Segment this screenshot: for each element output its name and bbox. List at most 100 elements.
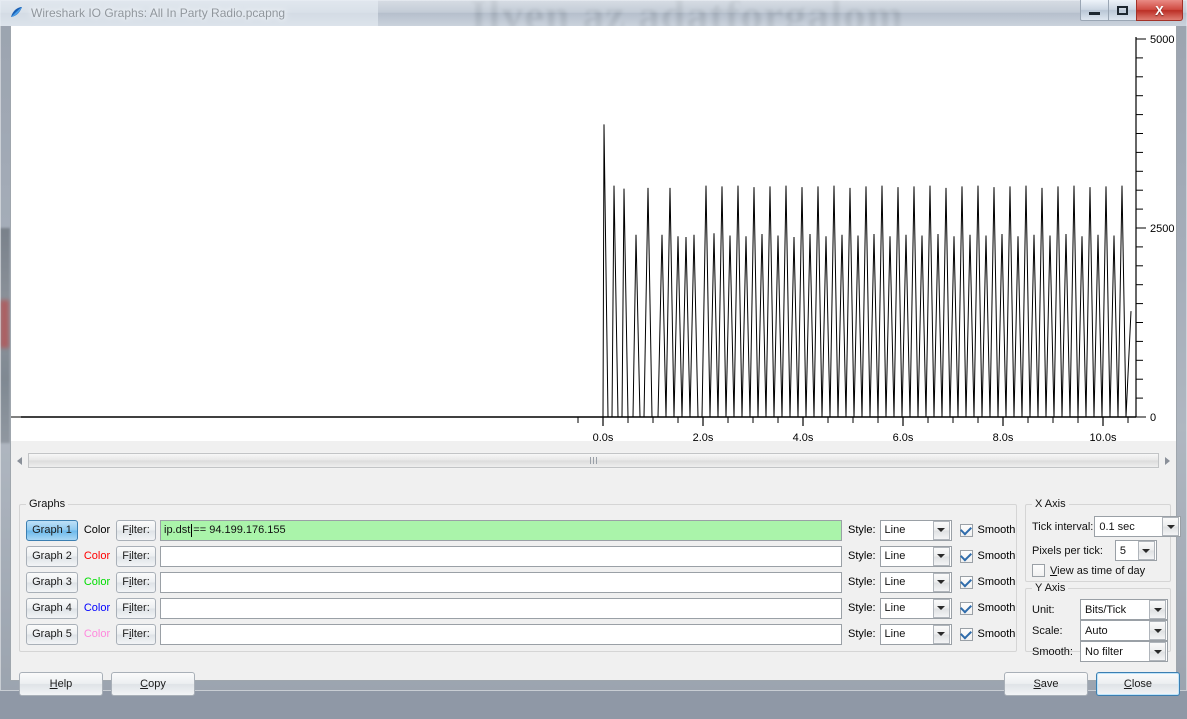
save-button[interactable]: Save [1004,672,1088,696]
pixels-per-tick-row: Pixels per tick: 5 [1032,540,1157,561]
graph-3-smooth-checkbox[interactable] [960,576,973,589]
y-axis-tick-labels: 025005000 [1150,34,1174,424]
graph-1-style-dropdown-button[interactable] [933,521,950,540]
close-button[interactable]: Close [1096,672,1180,696]
graph-4-style-dropdown-button[interactable] [933,599,950,618]
scale-combo[interactable]: Auto [1080,620,1168,641]
graph-1-button[interactable]: Graph 1 [26,520,78,541]
graph-3-button[interactable]: Graph 3 [26,572,78,593]
view-time-of-day-checkbox[interactable] [1032,564,1045,577]
minimize-button[interactable] [1080,0,1109,21]
graph-5-style-dropdown-button[interactable] [933,625,950,644]
minimize-icon [1089,12,1100,15]
graph-row-3: Graph 3ColorFilter:Style:LineSmooth [26,571,1015,593]
graph-row-1: Graph 1ColorFilter:ip.dst == 94.199.176.… [26,519,1015,541]
scrollbar-thumb[interactable] [28,453,1159,468]
view-time-of-day-row[interactable]: View as time of day [1032,564,1145,577]
tick-interval-combo[interactable]: 0.1 sec [1094,516,1181,537]
graph-2-filter-button[interactable]: Filter: [116,546,156,567]
graph-4-smooth-checkbox[interactable] [960,602,973,615]
graph-1-style-combo[interactable]: Line [880,520,952,541]
graph-4-button[interactable]: Graph 4 [26,598,78,619]
y-tick-label: 2500 [1150,223,1174,235]
scroll-left-button[interactable] [11,452,28,469]
graph-5-style-combo[interactable]: Line [880,624,952,645]
x-tick-label: 4.0s [793,432,814,441]
wireshark-io-graphs-window: Wireshark IO Graphs: All In Party Radio.… [0,0,1187,691]
y-smooth-dropdown-button[interactable] [1149,642,1166,661]
filter-text-before-caret: ip.dst [164,524,190,536]
graph-5-filter-input[interactable] [160,624,842,645]
pixels-per-tick-combo[interactable]: 5 [1115,540,1157,561]
wireshark-fin-icon [9,5,25,21]
y-smooth-label: Smooth: [1032,646,1080,658]
y-smooth-value: No filter [1081,646,1149,658]
graph-3-style-combo[interactable]: Line [880,572,952,593]
graph-2-button[interactable]: Graph 2 [26,546,78,567]
graph-5-style-label: Style: [848,628,876,640]
graph-4-style-combo[interactable]: Line [880,598,952,619]
graph-2-filter-input[interactable] [160,546,842,567]
graph-2-style-combo[interactable]: Line [880,546,952,567]
graph-row-4: Graph 4ColorFilter:Style:LineSmooth [26,597,1015,619]
help-button[interactable]: Help [19,672,103,696]
unit-row: Unit: Bits/Tick [1032,599,1168,620]
graph-1-smooth-label: Smooth [978,524,1016,536]
x-axis [21,417,1136,426]
graph-5-filter-button[interactable]: Filter: [116,624,156,645]
graph-1-smooth-checkbox[interactable] [960,524,973,537]
title-bar[interactable]: Wireshark IO Graphs: All In Party Radio.… [0,0,1187,26]
graph-2-style-value: Line [881,550,933,562]
x-axis-group-title: X Axis [1032,498,1069,510]
graph-1-style-label: Style: [848,524,876,536]
scale-dropdown-button[interactable] [1149,621,1166,640]
tick-interval-dropdown-button[interactable] [1162,517,1179,536]
chevron-down-icon [937,580,945,584]
maximize-button[interactable] [1108,0,1137,21]
filter-text-after-caret: == 94.199.176.155 [193,524,285,536]
pixels-per-tick-label: Pixels per tick: [1032,545,1103,557]
unit-combo[interactable]: Bits/Tick [1080,599,1168,620]
graph-2-style-dropdown-button[interactable] [933,547,950,566]
graph-3-style-dropdown-button[interactable] [933,573,950,592]
y-tick-label: 0 [1150,412,1156,424]
copy-button[interactable]: Copy [111,672,195,696]
scale-label: Scale: [1032,625,1080,637]
scrollbar-track[interactable] [28,452,1159,469]
graph-5-smooth-label: Smooth [978,628,1016,640]
right-arrow-icon [1165,457,1170,465]
graph-5-color-label: Color [78,628,116,640]
tick-interval-value: 0.1 sec [1095,521,1162,533]
graph-3-filter-input[interactable] [160,572,842,593]
chevron-down-icon [1167,525,1175,529]
graph-3-style-value: Line [881,576,933,588]
graph-5-smooth-checkbox[interactable] [960,628,973,641]
chevron-down-icon [1154,608,1162,612]
graphs-group-title: Graphs [26,498,68,510]
scroll-right-button[interactable] [1159,452,1176,469]
chevron-down-icon [1154,650,1162,654]
x-axis-tick-labels: 0.0s2.0s4.0s6.0s8.0s10.0s [593,432,1117,441]
graph-5-button[interactable]: Graph 5 [26,624,78,645]
left-arrow-icon [17,457,22,465]
graph-1-color-label: Color [78,524,116,536]
graph-3-filter-button[interactable]: Filter: [116,572,156,593]
io-graph-plot[interactable]: 0.0s2.0s4.0s6.0s8.0s10.0s 025005000 [11,26,1176,441]
y-smooth-combo[interactable]: No filter [1080,641,1168,662]
graph-4-filter-input[interactable] [160,598,842,619]
horizontal-scrollbar[interactable] [11,452,1176,469]
x-tick-label: 2.0s [693,432,714,441]
io-graph-svg: 0.0s2.0s4.0s6.0s8.0s10.0s 025005000 [11,26,1176,441]
chevron-down-icon [937,606,945,610]
title-backplate [0,0,378,26]
close-window-button[interactable]: X [1136,0,1183,21]
graph-2-smooth-label: Smooth [978,550,1016,562]
y-axis-group: Y Axis Unit: Bits/Tick Scale: Auto [1025,588,1171,652]
graph-2-smooth-checkbox[interactable] [960,550,973,563]
pixels-per-tick-dropdown-button[interactable] [1138,541,1155,560]
graph-4-filter-button[interactable]: Filter: [116,598,156,619]
unit-dropdown-button[interactable] [1149,600,1166,619]
tick-interval-row: Tick interval: 0.1 sec [1032,516,1181,537]
graph-1-filter-input[interactable]: ip.dst == 94.199.176.155 [160,520,842,541]
graph-1-filter-button[interactable]: Filter: [116,520,156,541]
